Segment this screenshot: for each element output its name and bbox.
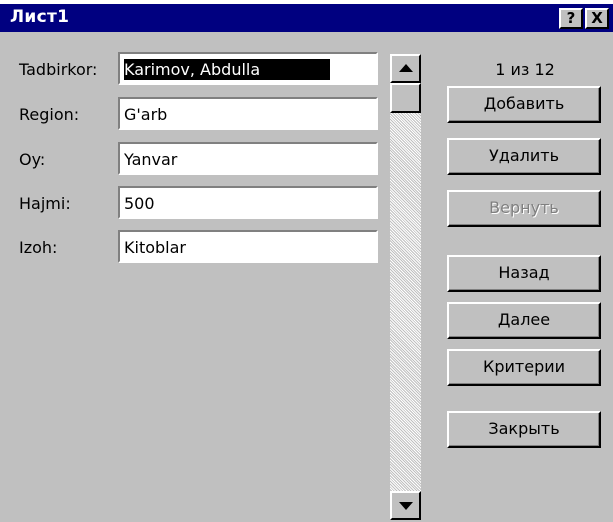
restore-button[interactable]: Вернуть <box>447 190 601 227</box>
field-oy[interactable]: Yanvar <box>118 142 378 175</box>
field-region-value: G'arb <box>124 105 168 124</box>
field-izoh[interactable]: Kitoblar <box>118 230 378 263</box>
record-scrollbar[interactable] <box>390 54 421 520</box>
next-button[interactable]: Далее <box>447 302 601 339</box>
label-tadbirkor: Tadbirkor: <box>19 60 98 79</box>
field-region[interactable]: G'arb <box>118 97 378 130</box>
field-hajmi-value: 500 <box>124 194 155 213</box>
label-region: Region: <box>19 105 80 124</box>
label-izoh: Izoh: <box>19 238 58 257</box>
scroll-up-button[interactable] <box>390 54 421 83</box>
label-oy: Oy: <box>19 150 46 169</box>
field-tadbirkor-value: Karimov, Abdulla <box>124 59 331 80</box>
delete-button[interactable]: Удалить <box>447 138 601 175</box>
field-tadbirkor[interactable]: Karimov, Abdulla <box>118 52 378 85</box>
arrow-down-icon <box>399 502 413 510</box>
prev-button[interactable]: Назад <box>447 255 601 292</box>
form-dialog: Лист1 ? X Tadbirkor: Karimov, Abdulla Re… <box>0 4 613 522</box>
arrow-up-icon <box>399 64 413 72</box>
scroll-down-button[interactable] <box>390 491 421 520</box>
help-icon: ? <box>566 9 576 27</box>
close-window-button[interactable]: X <box>585 8 609 29</box>
criteria-button[interactable]: Критерии <box>447 349 601 386</box>
window-title: Лист1 <box>10 7 70 27</box>
close-button[interactable]: Закрыть <box>447 411 601 448</box>
field-oy-value: Yanvar <box>124 150 178 169</box>
title-bar[interactable]: Лист1 ? X <box>0 4 613 32</box>
record-counter: 1 из 12 <box>495 60 555 79</box>
close-icon: X <box>591 9 603 27</box>
add-button[interactable]: Добавить <box>447 86 601 123</box>
field-hajmi[interactable]: 500 <box>118 186 378 219</box>
scroll-thumb[interactable] <box>390 83 421 113</box>
help-button[interactable]: ? <box>559 8 583 29</box>
label-hajmi: Hajmi: <box>19 194 71 213</box>
field-izoh-value: Kitoblar <box>124 238 186 257</box>
